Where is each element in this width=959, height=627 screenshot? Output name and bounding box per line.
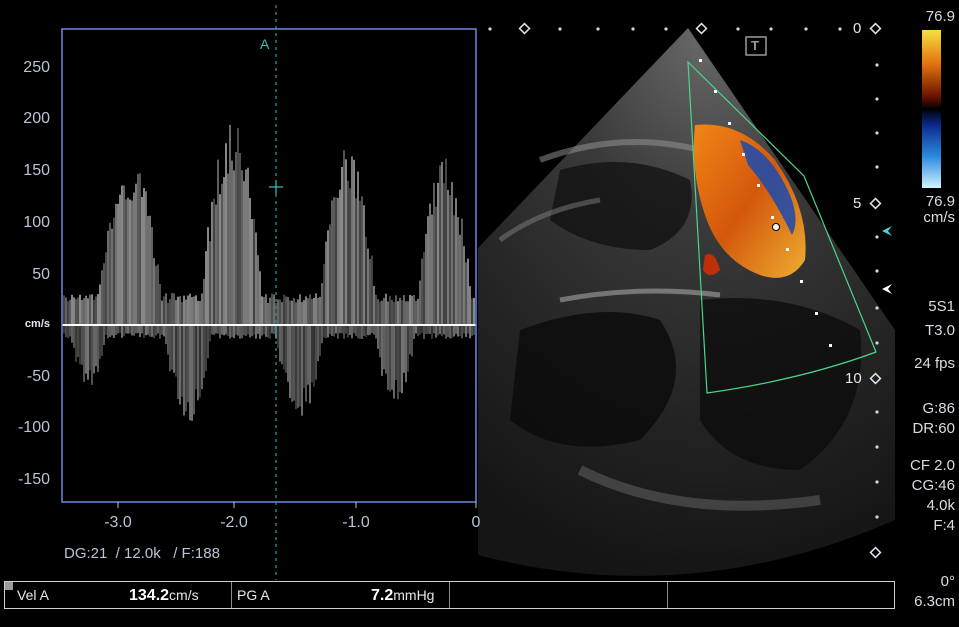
measurement-bar: Vel A 134.2cm/s PG A 7.2mmHg bbox=[4, 581, 895, 609]
y-tick-100: 100 bbox=[0, 214, 50, 232]
doppler-settings: DG:21 / 12.0k / F:188 bbox=[64, 545, 220, 562]
color-flow-jet bbox=[694, 124, 806, 277]
depth-diamond-5 bbox=[871, 199, 881, 209]
depth-label-0: 0 bbox=[853, 20, 861, 37]
color-scale-top: 76.9 bbox=[926, 8, 955, 25]
vel-value-group: 134.2cm/s bbox=[129, 582, 199, 608]
color-scale-bar bbox=[922, 30, 941, 188]
x-tick-neg1: -1.0 bbox=[331, 514, 381, 532]
cursor-marker-label: A bbox=[260, 36, 269, 52]
frame-rate: 24 fps bbox=[914, 355, 955, 372]
pg-unit: mmHg bbox=[393, 587, 434, 603]
color-scale-unit: cm/s bbox=[923, 209, 955, 226]
color-filter: F:4 bbox=[933, 517, 955, 534]
echo-sector bbox=[478, 28, 895, 576]
sample-volume-marker[interactable] bbox=[773, 224, 780, 231]
x-tick-neg3: -3.0 bbox=[93, 514, 143, 532]
color-frequency: CF 2.0 bbox=[910, 457, 955, 474]
depth-diamond-bottom bbox=[871, 548, 881, 558]
y-tick-neg50: -50 bbox=[0, 368, 50, 386]
pg-value-group: 7.2mmHg bbox=[371, 582, 434, 608]
depth-label-10: 10 bbox=[845, 370, 862, 387]
color-prf: 4.0k bbox=[927, 497, 955, 514]
depth-diamond-0 bbox=[871, 24, 881, 34]
y-unit-label: cm/s bbox=[0, 318, 50, 330]
pg-value: 7.2 bbox=[371, 587, 393, 604]
gain-value: G:86 bbox=[922, 400, 955, 417]
t-marker-label: T bbox=[751, 38, 759, 53]
probe-label: 5S1 bbox=[928, 298, 955, 315]
image-depth: 6.3cm bbox=[914, 593, 955, 610]
y-tick-200: 200 bbox=[0, 110, 50, 128]
focus-arrow-icon[interactable] bbox=[882, 226, 892, 236]
meas-indicator bbox=[5, 582, 13, 590]
top-diamond-marker-1 bbox=[520, 24, 530, 34]
x-tick-0: 0 bbox=[451, 514, 501, 532]
y-tick-50: 50 bbox=[0, 266, 50, 284]
top-depth-ruler bbox=[488, 27, 841, 30]
y-tick-250: 250 bbox=[0, 59, 50, 77]
y-tick-neg150: -150 bbox=[0, 471, 50, 489]
top-diamond-marker-2 bbox=[697, 24, 707, 34]
y-tick-neg100: -100 bbox=[0, 419, 50, 437]
ultrasound-canvas bbox=[0, 0, 959, 627]
pg-label: PG A bbox=[237, 582, 270, 608]
doppler-spectrum bbox=[62, 29, 476, 502]
dynamic-range: DR:60 bbox=[912, 420, 955, 437]
depth-label-5: 5 bbox=[853, 195, 861, 212]
color-scale-bottom: 76.9 bbox=[926, 193, 955, 210]
thermal-index: T3.0 bbox=[925, 322, 955, 339]
vel-unit: cm/s bbox=[169, 587, 199, 603]
angle-value: 0° bbox=[941, 573, 955, 590]
vel-label: Vel A bbox=[17, 582, 49, 608]
vel-value: 134.2 bbox=[129, 587, 169, 604]
focal-zone-arrow-icon[interactable] bbox=[882, 284, 892, 294]
y-tick-150: 150 bbox=[0, 162, 50, 180]
color-gain: CG:46 bbox=[912, 477, 955, 494]
x-tick-neg2: -2.0 bbox=[209, 514, 259, 532]
